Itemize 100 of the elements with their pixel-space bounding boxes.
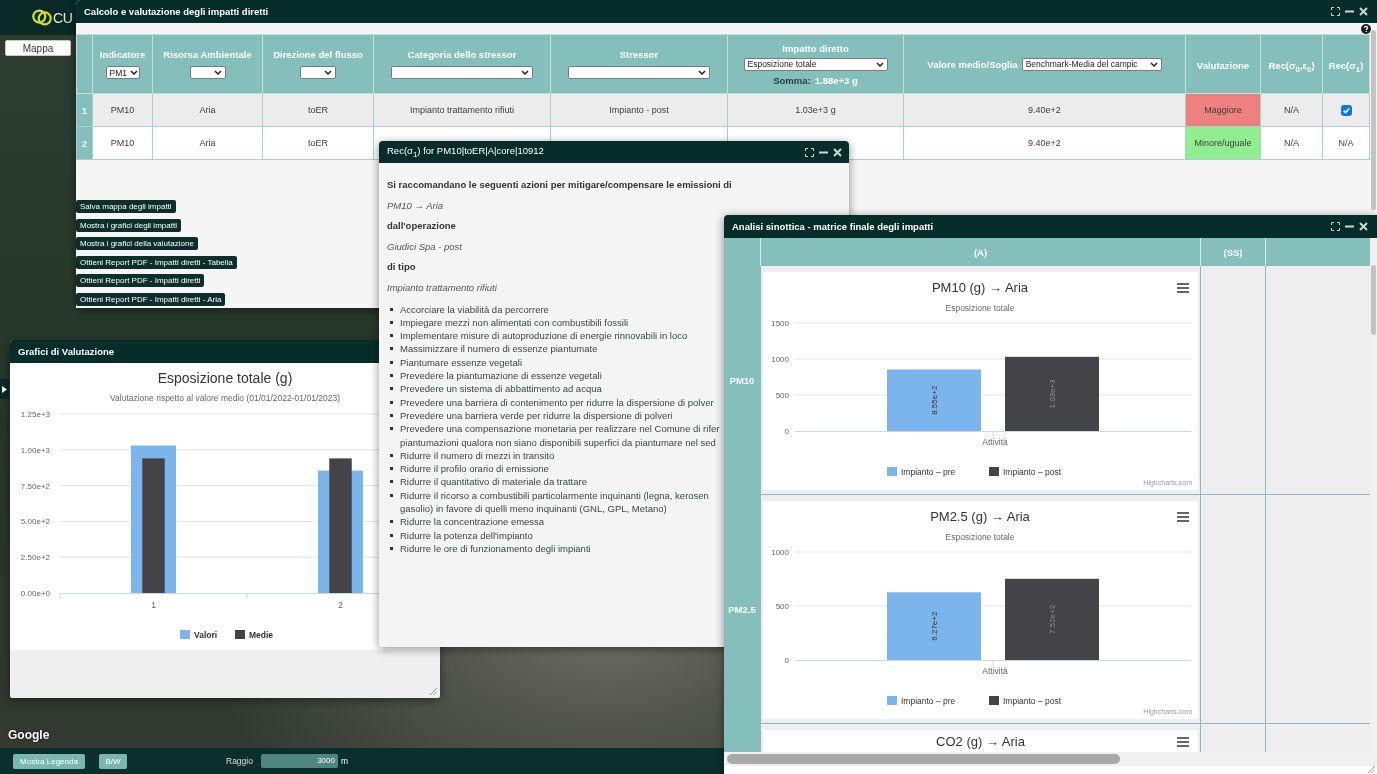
help-icon[interactable] (1361, 24, 1371, 34)
panel-toggle-button[interactable] (0, 379, 9, 399)
column-label: Impatto diretto (782, 42, 849, 54)
recommendation-item: Implementare misure di autoproduzione di energie rinnovabili in loco (400, 329, 688, 343)
recommendation-item: Prevedere una compensazione monetaria per realizzare nel Comune di rifer piantumazioni qualora non siano disponibili superfici da piantumare nel sed (400, 422, 720, 449)
dropdown[interactable]: Benchmark-Media del campic (1021, 57, 1162, 71)
close-icon[interactable] (1359, 222, 1368, 231)
bullet-icon (390, 546, 393, 550)
legend-label[interactable]: Impianto – pre (901, 696, 956, 706)
recommendation-item: Ridurre il numero di mezzi in transito (400, 448, 555, 463)
legend-label[interactable]: Medie (249, 630, 274, 640)
bullet-icon (390, 453, 393, 457)
bullet-icon (390, 520, 393, 524)
table-cell: toER (262, 93, 374, 127)
axis-tick-label: 0 (784, 427, 789, 436)
window-title: Analisi sinottica - matrice finale degli impatti (732, 221, 934, 232)
window-title: Rec(σ$_{1}$) for PM10|toER|A|core|10912 (387, 145, 544, 159)
bullet-icon (390, 480, 393, 484)
close-icon[interactable] (833, 147, 842, 157)
expand-icon[interactable] (1331, 222, 1340, 231)
dropdown[interactable] (391, 66, 533, 79)
recommendation-item: Ridurre le ore di funzionamento degli impianti (400, 541, 591, 556)
data-label: 6.27e+2 (930, 611, 939, 641)
sum-label: Somma: (773, 74, 811, 86)
axis-tick-label: 1.25e+3 (20, 410, 50, 419)
bullet-icon (390, 387, 393, 391)
column-label: Risorsa Ambientale (163, 49, 252, 60)
recommendation-item: Ridurre il profilo orario di emissione (400, 462, 549, 476)
intro-text: dall'operazione (387, 220, 456, 233)
bullet-icon (390, 467, 393, 471)
dropdown[interactable] (189, 66, 226, 79)
logo-icon (32, 8, 52, 27)
axis-tick-label: 5.00e+2 (20, 517, 50, 527)
axis-tick-label: 2 (338, 600, 343, 610)
column-label: Valutazione (1196, 60, 1250, 71)
table-cell: N/A (1322, 126, 1370, 160)
bullet-icon (390, 360, 393, 364)
expand-icon[interactable] (805, 147, 814, 157)
row-number: 2 (76, 126, 93, 160)
recommendation-item: Prevedere una barriera verde per ridurre la dispersione di polveri (400, 408, 673, 423)
table-cell: 1.03e+3 g (727, 93, 904, 127)
legend-label[interactable]: Impianto – post (1003, 696, 1062, 706)
table-cell: 9.40e+2 (903, 126, 1186, 160)
bullet-icon (390, 307, 393, 311)
close-icon[interactable] (1359, 7, 1368, 16)
action-button[interactable]: Mostra i grafici della valutazione (76, 237, 198, 250)
resize-grip-icon[interactable] (1368, 766, 1375, 773)
bullet-icon (390, 374, 393, 378)
expand-icon[interactable] (1331, 7, 1340, 16)
axis-tick-label: 1 (151, 600, 156, 610)
chevron-down-icon (875, 61, 884, 67)
dropdown[interactable] (568, 66, 710, 79)
action-button[interactable]: Ottieni Report PDF - Impatti diretti (76, 274, 205, 287)
action-button[interactable]: Ottieni Report PDF - Impatti diretti - Tabella (76, 255, 237, 269)
map-tab[interactable]: Mappa (5, 40, 71, 56)
bullet-icon (390, 320, 393, 324)
axis-tick-label: 500 (775, 391, 789, 400)
table-cell: toER (262, 126, 374, 160)
axis-tick-label: 7.50e+2 (20, 481, 50, 491)
resize-grip-icon[interactable] (430, 688, 437, 695)
bullet-icon (390, 400, 393, 404)
table-cell: PM10 (92, 93, 153, 127)
checkbox[interactable] (1340, 104, 1352, 116)
radius-label: Raggio (226, 756, 253, 766)
unit-label: m (340, 756, 349, 766)
axis-tick-label: 0.00e+0 (20, 589, 50, 598)
scrollbar-thumb[interactable] (1371, 265, 1376, 335)
chevron-down-icon (130, 70, 138, 75)
chevron-down-icon (521, 70, 529, 75)
scrollbar-thumb[interactable] (1371, 30, 1376, 210)
radius-input-field[interactable]: 3000 (260, 754, 338, 768)
chevron-down-icon (213, 70, 222, 75)
menu-icon[interactable] (1177, 283, 1189, 293)
legend-label[interactable]: Impianto – pre (901, 467, 956, 477)
recommendation-item: Massimizzare il numero di essenze piantumate (400, 342, 598, 356)
column-label: (SS) (1223, 246, 1243, 258)
sum-value: 1.88e+3 g (814, 74, 858, 86)
chart-subtitle: Esposizione totale (945, 303, 1015, 313)
chart-subtitle: Esposizione totale (945, 532, 1015, 542)
legend-label[interactable]: Valori (194, 630, 218, 640)
axis-tick-label: 1500 (771, 319, 789, 328)
caret-right-icon (2, 385, 7, 393)
menu-icon[interactable] (1177, 512, 1189, 522)
dropdown[interactable] (300, 66, 336, 79)
legend-label[interactable]: Impianto – post (1003, 467, 1062, 477)
table-cell: 9.40e+2 (903, 93, 1186, 127)
action-button[interactable]: Mostra i grafici degli impatti (76, 218, 181, 232)
menu-icon[interactable] (1177, 737, 1189, 747)
dropdown[interactable]: PM1 (105, 66, 140, 79)
action-button[interactable]: Salva mappa degli impatti (76, 200, 176, 213)
dropdown[interactable]: Esposizione totale (743, 57, 888, 71)
intro-text: di tipo (387, 261, 416, 274)
rating-cell: Minore/uguale (1185, 126, 1261, 160)
window-title: Calcolo e valutazione degli impatti diretti (84, 6, 269, 17)
intro-text: Si raccomandano le seguenti azioni per mitigare/compensare le emissioni di (387, 179, 732, 191)
bullet-icon (390, 413, 393, 417)
action-button[interactable]: Ottieni Report PDF - Impatti diretti - Aria (76, 292, 226, 306)
recommendation-item: Prevedere un sistema di abbattimento ad acqua (400, 382, 602, 396)
table-cell: Impianto trattamento rifiuti (373, 93, 551, 127)
scrollbar-thumb[interactable] (727, 754, 1120, 764)
